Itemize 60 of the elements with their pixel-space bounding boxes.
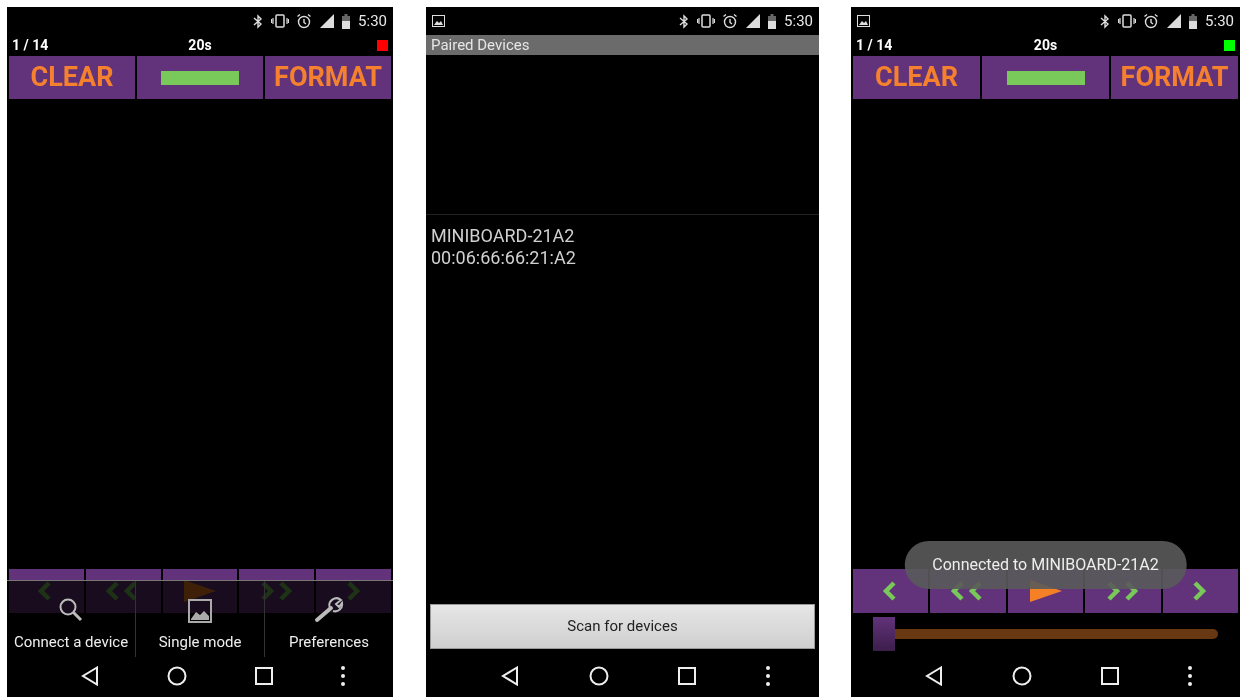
signal-icon: [320, 14, 335, 28]
vibrate-icon: [697, 14, 716, 28]
signal-icon: [1167, 14, 1182, 28]
overview-icon[interactable]: [255, 667, 273, 685]
back-icon[interactable]: [81, 666, 99, 686]
menu-label: Preferences: [288, 631, 370, 653]
more-icon[interactable]: [341, 666, 345, 686]
previous-button[interactable]: [853, 569, 929, 613]
scan-button[interactable]: Scan for devices: [430, 604, 815, 649]
toast-message: Connected to MINIBOARD-21A2: [904, 541, 1187, 589]
menu-label: Single mode: [158, 631, 242, 653]
battery-icon: [342, 13, 351, 29]
vibrate-icon: [271, 14, 290, 28]
clear-button[interactable]: CLEAR: [9, 56, 135, 99]
clip-counter: 1 / 14: [12, 35, 50, 55]
bluetooth-icon: [253, 13, 264, 29]
format-button[interactable]: FORMAT: [265, 56, 391, 99]
search-icon: [58, 596, 84, 623]
menu-item[interactable]: Connect a device: [7, 581, 135, 657]
level-bar-icon: [1006, 70, 1085, 85]
menu-label: Connect a device: [13, 631, 129, 653]
overview-icon[interactable]: [678, 667, 697, 685]
format-button[interactable]: FORMAT: [1111, 56, 1238, 99]
status-time: 5:30: [784, 10, 813, 32]
back-icon[interactable]: [925, 666, 944, 686]
record-button[interactable]: [982, 56, 1109, 99]
device-item[interactable]: MINIBOARD-21A2 00:06:66:66:21:A2: [431, 225, 814, 269]
overview-icon[interactable]: [1100, 667, 1119, 685]
slider-thumb[interactable]: [873, 617, 895, 651]
bluetooth-icon: [1100, 13, 1111, 29]
image-icon: [188, 598, 212, 623]
bluetooth-icon: [679, 13, 690, 29]
menu-item[interactable]: Single mode: [135, 581, 264, 657]
menu-item[interactable]: Preferences: [264, 581, 393, 657]
more-icon[interactable]: [1187, 666, 1192, 686]
seek-slider[interactable]: [873, 617, 1218, 651]
wrench-icon: [314, 596, 344, 623]
clip-duration: 20s: [187, 35, 213, 55]
section-header: Paired Devices: [426, 35, 819, 55]
status-time: 5:30: [1205, 10, 1234, 32]
clear-button[interactable]: CLEAR: [853, 56, 980, 99]
clip-duration: 20s: [1032, 35, 1059, 55]
device-name: MINIBOARD-21A2: [431, 225, 576, 247]
home-icon[interactable]: [1012, 666, 1033, 686]
home-icon[interactable]: [588, 666, 609, 686]
signal-icon: [746, 14, 761, 28]
level-bar-icon: [161, 70, 239, 85]
alarm-icon: [722, 13, 739, 29]
device-address: 00:06:66:66:21:A2: [431, 247, 577, 269]
vibrate-icon: [1118, 14, 1137, 28]
alarm-icon: [296, 13, 313, 29]
more-icon[interactable]: [766, 666, 771, 686]
battery-icon: [1189, 13, 1198, 29]
record-button[interactable]: [137, 56, 263, 99]
back-icon[interactable]: [500, 666, 519, 686]
clip-counter: 1 / 14: [856, 35, 894, 55]
status-time: 5:30: [358, 10, 387, 32]
home-icon[interactable]: [167, 666, 187, 686]
alarm-icon: [1143, 13, 1160, 29]
battery-icon: [768, 13, 777, 29]
